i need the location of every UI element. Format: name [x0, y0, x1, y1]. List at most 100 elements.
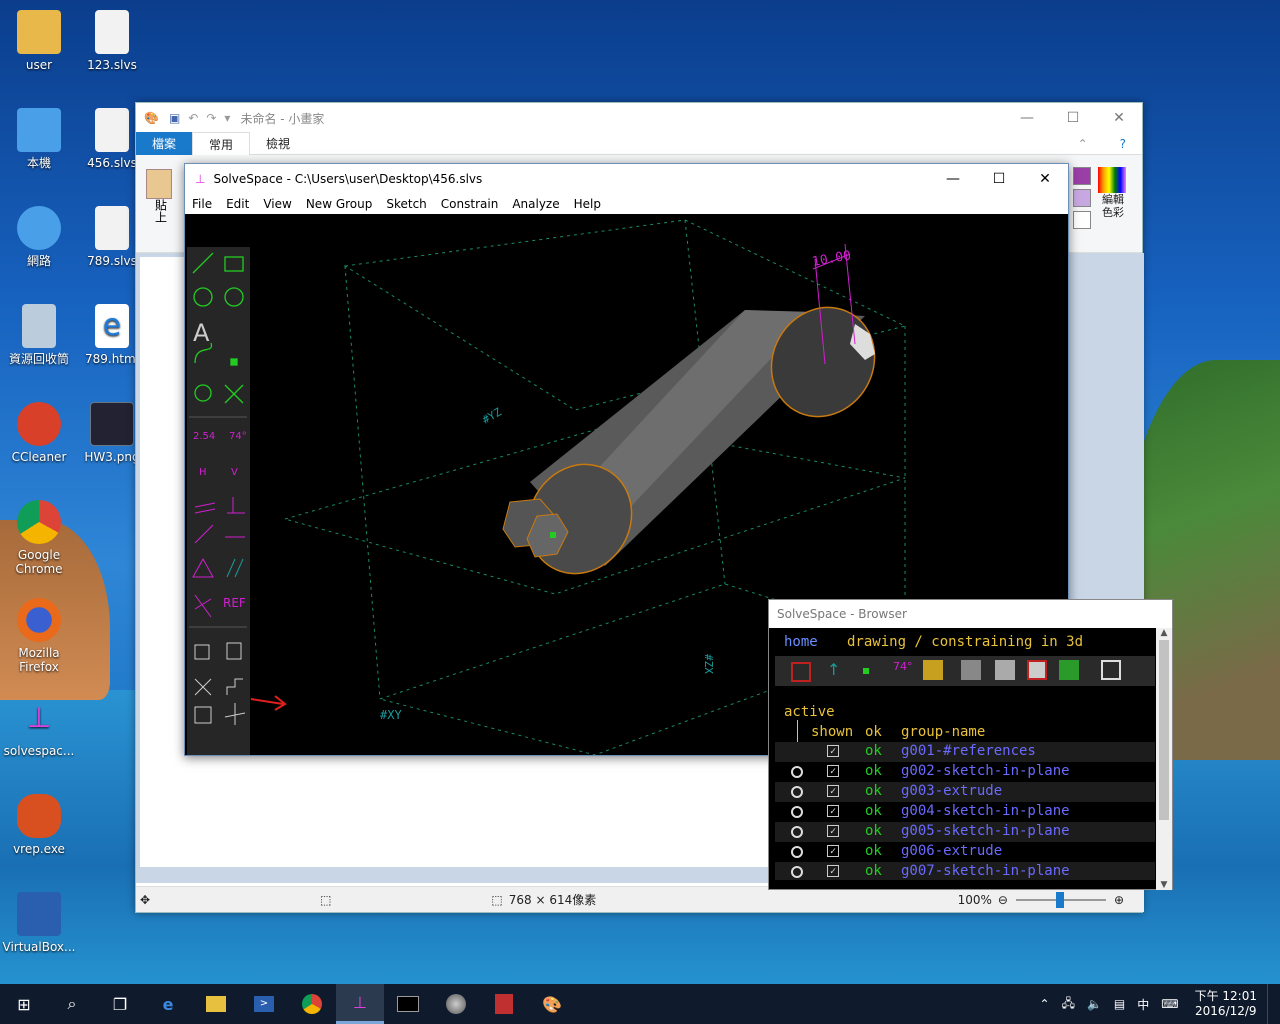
group-name-link[interactable]: g001-#references	[901, 743, 1036, 759]
paste-button[interactable]: 貼上	[146, 169, 176, 226]
taskbar-explorer[interactable]	[192, 984, 240, 1024]
parallel-constraint-icon[interactable]	[194, 502, 216, 514]
group-row[interactable]: ✓ ok g005-sketch-in-plane	[775, 822, 1155, 842]
workplane-tool-icon[interactable]	[194, 384, 212, 402]
scroll-thumb[interactable]	[1159, 640, 1169, 820]
paint-close-button[interactable]: ✕	[1096, 103, 1142, 133]
menu-sketch[interactable]: Sketch	[379, 197, 433, 211]
scroll-down-icon[interactable]: ▼	[1156, 880, 1172, 890]
group-name-link[interactable]: g005-sketch-in-plane	[901, 823, 1070, 839]
group-name-link[interactable]: g004-sketch-in-plane	[901, 803, 1070, 819]
shown-checkbox[interactable]: ✓	[827, 825, 839, 837]
qat-dropdown-icon[interactable]: ▾	[224, 111, 230, 125]
menu-file[interactable]: File	[185, 197, 219, 211]
browser-scrollbar[interactable]: ▲ ▼	[1156, 628, 1172, 890]
group-row[interactable]: ✓ ok g003-extrude	[775, 782, 1155, 802]
edit-colors-button[interactable]: 編輯色彩	[1098, 167, 1128, 229]
paint-minimize-button[interactable]: —	[1004, 103, 1050, 133]
point-tool-icon[interactable]	[230, 358, 238, 366]
zoom-slider[interactable]	[1015, 891, 1106, 908]
nearest-ortho-icon[interactable]	[224, 703, 246, 725]
home-link[interactable]: home	[784, 634, 818, 650]
activate-radio[interactable]	[791, 806, 803, 818]
point-on-line-icon[interactable]	[194, 524, 214, 544]
circle-tool-icon[interactable]	[193, 287, 213, 307]
taskbar-cmd[interactable]	[384, 984, 432, 1024]
desktop-icon-chrome[interactable]: Google Chrome	[0, 500, 78, 576]
group-row[interactable]: ✓ ok g004-sketch-in-plane	[775, 802, 1155, 822]
menu-analyze[interactable]: Analyze	[505, 197, 566, 211]
lathe-tool-icon[interactable]	[226, 642, 242, 660]
reference-toggle-icon[interactable]: REF	[223, 596, 246, 610]
ss-maximize-button[interactable]: ☐	[976, 164, 1022, 194]
start-button[interactable]: ⊞	[0, 984, 48, 1024]
group-name-link[interactable]: g006-extrude	[901, 843, 1002, 859]
step-translate-icon[interactable]	[226, 678, 243, 695]
redo-icon[interactable]: ↷	[206, 111, 216, 125]
desktop-icon-vrep[interactable]: vrep.exe	[0, 794, 78, 856]
network-icon[interactable]: 🖧	[1056, 994, 1081, 1015]
desktop-icon-virtualbox[interactable]: VirtualBox...	[0, 892, 78, 954]
taskbar-edge[interactable]: e	[144, 984, 192, 1024]
desktop-icon-firefox[interactable]: Mozilla Firefox	[0, 598, 78, 674]
action-center-icon[interactable]: ▤	[1108, 997, 1131, 1011]
line-tool-icon[interactable]	[192, 252, 214, 274]
tray-overflow-icon[interactable]: ⌃	[1034, 997, 1056, 1011]
menu-constrain[interactable]: Constrain	[434, 197, 506, 211]
group-row[interactable]: ✓ ok g007-sketch-in-plane	[775, 862, 1155, 880]
group-row[interactable]: ✓ ok g001-#references	[775, 742, 1155, 762]
activate-radio[interactable]	[791, 846, 803, 858]
arc-tool-icon[interactable]	[224, 287, 244, 307]
shown-checkbox[interactable]: ✓	[827, 845, 839, 857]
perpendicular-constraint-icon[interactable]	[227, 497, 245, 514]
desktop-icon-recycle-bin[interactable]: 資源回收筒	[0, 304, 78, 366]
show-normals-icon[interactable]: ↑	[827, 660, 840, 679]
taskbar-chrome[interactable]	[288, 984, 336, 1024]
tab-view[interactable]: 檢視	[250, 132, 306, 155]
angle-constraint-icon[interactable]: 74°	[229, 431, 247, 442]
show-shaded-icon[interactable]	[961, 660, 981, 680]
tab-home[interactable]: 常用	[192, 131, 251, 156]
search-button[interactable]: ⌕	[48, 984, 96, 1024]
show-workplane-icon[interactable]	[791, 662, 811, 682]
menu-new-group[interactable]: New Group	[299, 197, 380, 211]
shown-checkbox[interactable]: ✓	[827, 865, 839, 877]
rectangle-tool-icon[interactable]	[224, 256, 244, 272]
activate-radio[interactable]	[791, 786, 803, 798]
distance-constraint-icon[interactable]: 2.54	[193, 431, 215, 442]
text-tool-icon[interactable]: A	[193, 319, 210, 347]
show-outlines-icon[interactable]	[1027, 660, 1047, 680]
trim-tool-icon[interactable]	[224, 384, 244, 404]
activate-radio[interactable]	[791, 826, 803, 838]
color2-swatch[interactable]	[1073, 189, 1091, 207]
desktop-icon-solvespace[interactable]: ⊥ solvespac...	[0, 696, 78, 758]
task-view-button[interactable]: ❐	[96, 984, 144, 1024]
ss-minimize-button[interactable]: —	[930, 164, 976, 194]
group-row[interactable]: ✓ ok g006-extrude	[775, 842, 1155, 862]
extrude-tool-icon[interactable]	[194, 644, 210, 660]
save-icon[interactable]: ▣	[169, 111, 180, 125]
menu-edit[interactable]: Edit	[219, 197, 256, 211]
desktop-icon-123-slvs[interactable]: 123.slvs	[73, 10, 151, 72]
group-name-link[interactable]: g007-sketch-in-plane	[901, 863, 1070, 879]
zoom-in-icon[interactable]: ⊕	[1114, 893, 1124, 907]
taskbar-sphere-app[interactable]	[432, 984, 480, 1024]
ribbon-collapse-icon[interactable]: ⌃	[1062, 134, 1104, 154]
show-faces-icon[interactable]	[923, 660, 943, 680]
color1-swatch[interactable]	[1073, 167, 1091, 185]
activate-radio[interactable]	[791, 766, 803, 778]
activate-radio[interactable]	[791, 866, 803, 878]
color3-swatch[interactable]	[1073, 211, 1091, 229]
shown-checkbox[interactable]: ✓	[827, 805, 839, 817]
group-name-link[interactable]: g002-sketch-in-plane	[901, 763, 1070, 779]
ime-indicator[interactable]: 中	[1131, 996, 1155, 1013]
desktop-icon-network[interactable]: 網路	[0, 206, 78, 268]
tab-file[interactable]: 檔案	[136, 132, 193, 155]
show-bounding-box-icon[interactable]	[1101, 660, 1121, 680]
show-hidden-lines-icon[interactable]	[1059, 660, 1079, 680]
shown-checkbox[interactable]: ✓	[827, 785, 839, 797]
show-points-icon[interactable]	[863, 668, 869, 674]
paint-maximize-button[interactable]: ☐	[1050, 103, 1096, 133]
show-desktop-button[interactable]	[1267, 984, 1280, 1024]
group-row[interactable]: ✓ ok g002-sketch-in-plane	[775, 762, 1155, 782]
